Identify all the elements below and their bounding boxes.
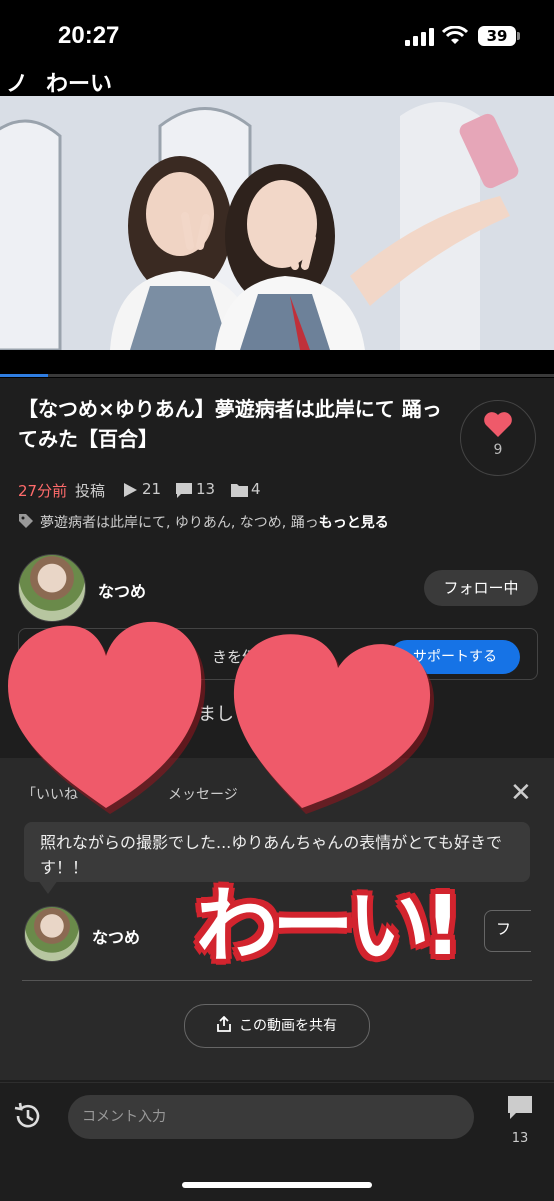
- video-progress-fill: [0, 374, 49, 377]
- header-title: わーい: [46, 72, 113, 97]
- share-label: この動画を共有: [239, 1018, 337, 1034]
- video-frame: [0, 96, 554, 350]
- folder-count: 4: [251, 480, 261, 498]
- comment-bar-count: 13: [511, 1131, 529, 1146]
- share-icon: [217, 1015, 231, 1032]
- video-progress-track: [0, 374, 554, 377]
- chat-icon[interactable]: [506, 1094, 534, 1122]
- back-button[interactable]: ノ: [6, 66, 28, 98]
- battery-tip: [517, 32, 520, 40]
- stamp-label: わーい!: [196, 879, 461, 974]
- signal-icon: [405, 28, 434, 46]
- author-name[interactable]: なつめ: [92, 924, 140, 948]
- heart-sticker-left: [8, 621, 202, 808]
- play-count: 21: [142, 480, 162, 498]
- play-icon: [124, 483, 137, 497]
- status-time: 20:27: [58, 22, 120, 49]
- video-player[interactable]: [0, 96, 554, 350]
- bubble-tail: [38, 880, 58, 894]
- post-posted-label: 投稿: [75, 482, 106, 500]
- comment-icon: [176, 483, 192, 498]
- battery-indicator: 39: [478, 26, 516, 46]
- creator-avatar[interactable]: [18, 554, 86, 622]
- comment-input[interactable]: [68, 1095, 474, 1139]
- share-button[interactable]: この動画を共有: [184, 1004, 370, 1048]
- author-avatar[interactable]: [24, 906, 80, 962]
- comment-count: 13: [196, 480, 216, 498]
- wifi-icon: [442, 26, 468, 44]
- tags-text: 夢遊病者は此岸にて, ゆりあん, なつめ, 踊っ: [40, 515, 319, 531]
- heart-sticker-right: [233, 634, 431, 808]
- follow-button[interactable]: フォロー中: [424, 570, 538, 606]
- heart-icon: [484, 412, 512, 437]
- stamp-text: わーい!: [196, 872, 536, 992]
- post-time: 27分前: [18, 482, 68, 500]
- tags-more-link[interactable]: もっと見る: [319, 515, 389, 531]
- history-icon[interactable]: [12, 1100, 44, 1132]
- tag-list[interactable]: 夢遊病者は此岸にて, ゆりあん, なつめ, 踊っもっと見る: [18, 512, 538, 532]
- post-title: 【なつめ×ゆりあん】夢遊病者は此岸にて 踊ってみた【百合】: [18, 397, 442, 451]
- like-count: 9: [493, 442, 503, 458]
- close-icon[interactable]: ✕: [510, 778, 532, 808]
- folder-icon: [231, 484, 248, 497]
- home-indicator: [182, 1182, 372, 1188]
- creator-name[interactable]: なつめ: [98, 578, 146, 602]
- tag-icon: [19, 514, 33, 528]
